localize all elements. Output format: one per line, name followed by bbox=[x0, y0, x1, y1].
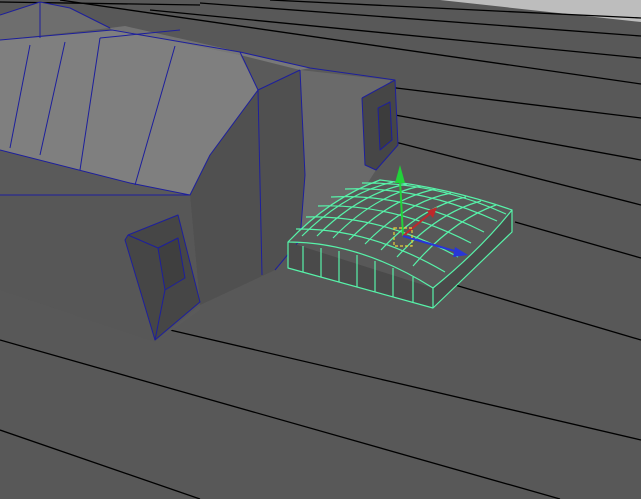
viewport-canvas[interactable] bbox=[0, 0, 641, 499]
perspective-viewport[interactable] bbox=[0, 0, 641, 499]
